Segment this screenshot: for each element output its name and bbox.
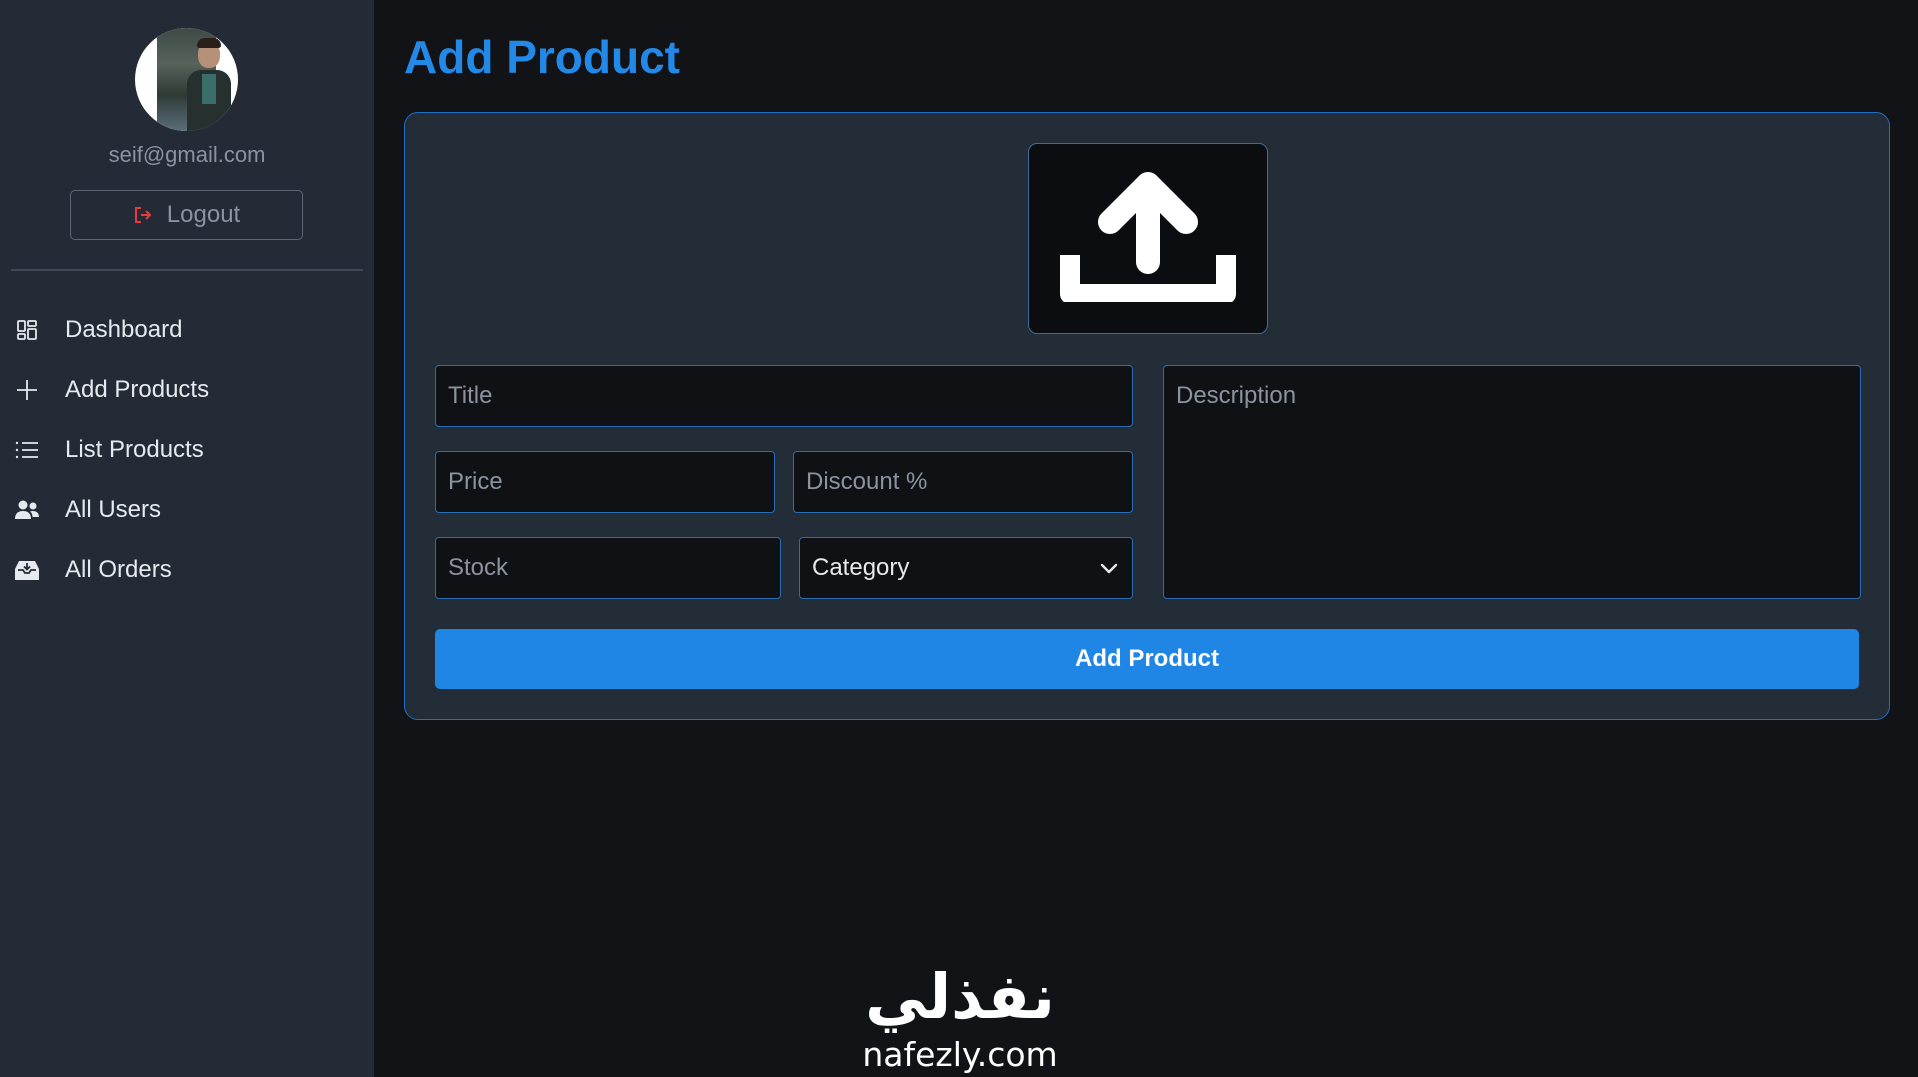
sidebar-item-all-users[interactable]: All Users xyxy=(0,480,374,540)
watermark-latin-text: nafezly.com xyxy=(862,1035,1057,1073)
dashboard-icon xyxy=(14,317,40,343)
sidebar-nav: Dashboard Add Products List Products All… xyxy=(0,300,374,600)
watermark-arabic-text: نفذلي xyxy=(865,960,1055,1033)
page-title: Add Product xyxy=(404,31,680,83)
title-input[interactable] xyxy=(435,365,1133,427)
stock-input[interactable] xyxy=(435,537,781,599)
avatar[interactable] xyxy=(135,28,238,131)
sidebar-item-label: List Products xyxy=(65,436,204,463)
logout-label: Logout xyxy=(166,201,241,228)
sidebar-item-label: All Users xyxy=(65,496,162,523)
plus-icon xyxy=(14,377,40,403)
upload-icon xyxy=(1058,170,1238,307)
category-selected-value: Category xyxy=(812,554,910,581)
sidebar-item-dashboard[interactable]: Dashboard xyxy=(0,300,374,360)
sidebar-item-label: Dashboard xyxy=(65,316,183,343)
sidebar-item-all-orders[interactable]: All Orders xyxy=(0,540,374,600)
sidebar-divider xyxy=(11,269,363,271)
discount-input[interactable] xyxy=(793,451,1133,513)
sidebar-item-label: All Orders xyxy=(65,556,172,583)
category-select[interactable]: Category xyxy=(799,537,1133,599)
list-icon xyxy=(14,437,40,463)
logout-icon xyxy=(133,205,153,225)
inbox-icon xyxy=(14,557,40,583)
sidebar: seif@gmail.com Logout Dashboard Add Prod… xyxy=(0,0,374,1077)
avatar-photo xyxy=(157,28,231,131)
nafezly-watermark-logo: نفذلي nafezly.com xyxy=(850,958,1070,1074)
description-textarea[interactable] xyxy=(1163,365,1861,599)
sidebar-item-label: Add Products xyxy=(65,376,210,403)
users-icon xyxy=(14,497,40,523)
sidebar-item-list-products[interactable]: List Products xyxy=(0,420,374,480)
sidebar-item-add-products[interactable]: Add Products xyxy=(0,360,374,420)
user-email: seif@gmail.com xyxy=(108,142,266,167)
price-input[interactable] xyxy=(435,451,775,513)
add-product-form: Category Add Product xyxy=(404,112,1890,720)
chevron-down-icon xyxy=(1100,554,1118,582)
add-product-button[interactable]: Add Product xyxy=(435,629,1859,689)
logout-button[interactable]: Logout xyxy=(70,190,303,240)
image-upload-button[interactable] xyxy=(1028,143,1268,334)
